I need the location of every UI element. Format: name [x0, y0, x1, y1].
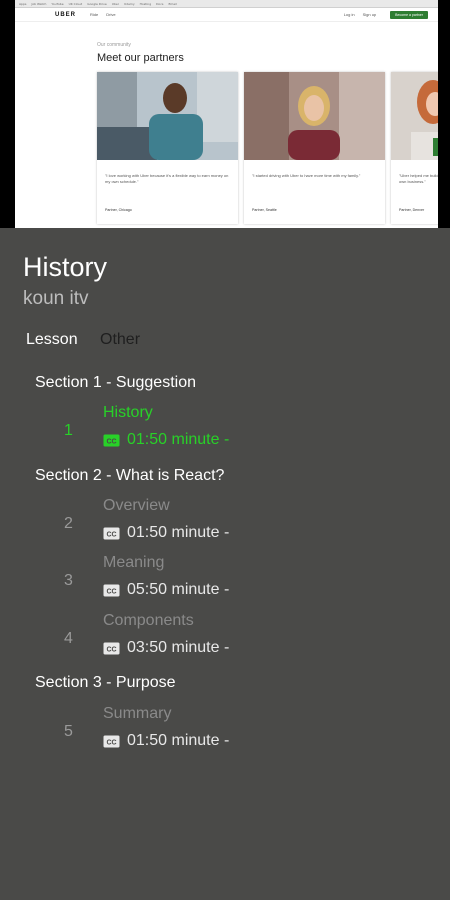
closed-caption-icon: CC: [103, 642, 120, 654]
bookmark: Hosting: [139, 1, 152, 6]
lesson-number: 4: [64, 630, 73, 647]
partner-photo: [391, 72, 438, 160]
lesson-item[interactable]: 5 Summary CC 01:50 minute -: [0, 705, 450, 757]
site-nav-item: Drive: [106, 12, 116, 17]
lesson-duration: 03:50 minute -: [127, 639, 230, 656]
bookmark: Job Watch: [31, 1, 47, 6]
site-nav-item: Ride: [90, 12, 99, 17]
closed-caption-icon: CC: [103, 434, 120, 446]
bookmark: Google Drive: [87, 1, 107, 6]
partner-byline: Partner, Seattle: [252, 208, 277, 212]
carousel-next-icon: →: [433, 138, 438, 156]
partner-card: "I love working with Uber because it's a…: [97, 72, 238, 224]
site-kicker: Our community: [97, 42, 131, 48]
lesson-meta: CC 01:50 minute -: [103, 524, 229, 542]
site-nav: UBER Ride Drive Log in Sign up Become a …: [15, 8, 438, 22]
lesson-duration: 01:50 minute -: [127, 732, 230, 749]
partner-quote: "I love working with Uber because it's a…: [105, 173, 229, 184]
bookmark: YouTube: [51, 1, 64, 6]
lesson-meta: CC 01:50 minute -: [103, 431, 229, 449]
video-frame: Apps Job Watch YouTube UK Cloud Google D…: [15, 0, 438, 228]
section-header: Section 1 - Suggestion: [35, 374, 196, 391]
lesson-name: Summary: [103, 705, 172, 722]
lesson-duration: 01:50 minute -: [127, 431, 230, 448]
svg-text:CC: CC: [106, 646, 116, 653]
lesson-meta: CC 01:50 minute -: [103, 732, 229, 750]
closed-caption-icon: CC: [103, 527, 120, 539]
lesson-name: Components: [103, 612, 194, 629]
site-signup-link: Sign up: [362, 12, 377, 17]
svg-text:CC: CC: [106, 531, 116, 538]
lesson-duration: 01:50 minute -: [127, 524, 230, 541]
bookmark: Udemy: [123, 1, 135, 6]
lesson-meta: CC 05:50 minute -: [103, 581, 229, 599]
site-login-link: Log in: [343, 12, 355, 17]
bookmark: Uber: [111, 1, 119, 6]
tab-lesson[interactable]: Lesson: [26, 331, 78, 349]
bookmark: Email: [168, 1, 177, 6]
site-logo: UBER: [55, 11, 77, 18]
lesson-name: History: [103, 404, 153, 421]
section-header: Section 3 - Purpose: [35, 674, 176, 691]
closed-caption-icon: CC: [103, 735, 120, 747]
site-heading: Meet our partners: [97, 52, 184, 64]
svg-text:CC: CC: [106, 739, 116, 746]
bookmark: UK Cloud: [68, 1, 83, 6]
closed-caption-icon: CC: [103, 584, 120, 596]
partner-card: "I started driving with Uber to have mor…: [244, 72, 385, 224]
bookmark: Apps: [19, 1, 27, 6]
partner-byline: Partner, Denver: [399, 208, 425, 212]
partner-quote: "I started driving with Uber to have mor…: [252, 173, 361, 178]
lesson-name: Overview: [103, 497, 170, 514]
svg-text:CC: CC: [106, 438, 116, 445]
site-cta-button: Become a partner: [390, 10, 428, 19]
bookmark: Docs: [156, 1, 164, 6]
lesson-meta: CC 03:50 minute -: [103, 639, 229, 657]
partner-photo: [244, 72, 385, 160]
lesson-duration: 05:50 minute -: [127, 581, 230, 598]
partner-card: "Uber helped me build my own business." …: [391, 72, 438, 224]
lesson-number: 5: [64, 723, 73, 740]
lesson-item[interactable]: 4 Components CC 03:50 minute -: [0, 612, 450, 664]
lesson-number: 3: [64, 572, 73, 589]
partner-photo: [97, 72, 238, 160]
lesson-item[interactable]: 1 History CC 01:50 minute -: [0, 404, 450, 456]
lesson-number: 1: [64, 422, 73, 439]
tab-other[interactable]: Other: [100, 331, 140, 349]
lesson-item[interactable]: 2 Overview CC 01:50 minute -: [0, 497, 450, 549]
browser-bookmarks-bar: Apps Job Watch YouTube UK Cloud Google D…: [15, 0, 438, 8]
video-player[interactable]: Apps Job Watch YouTube UK Cloud Google D…: [0, 0, 450, 228]
lesson-number: 2: [64, 515, 73, 532]
svg-text:CC: CC: [106, 588, 116, 595]
section-header: Section 2 - What is React?: [35, 467, 225, 484]
lesson-item[interactable]: 3 Meaning CC 05:50 minute -: [0, 554, 450, 606]
course-subtitle: koun itv: [23, 288, 89, 309]
lesson-name: Meaning: [103, 554, 165, 571]
course-title: History: [23, 252, 108, 282]
partner-byline: Partner, Chicago: [105, 208, 132, 212]
partner-quote: "Uber helped me build my own business.": [399, 173, 438, 184]
